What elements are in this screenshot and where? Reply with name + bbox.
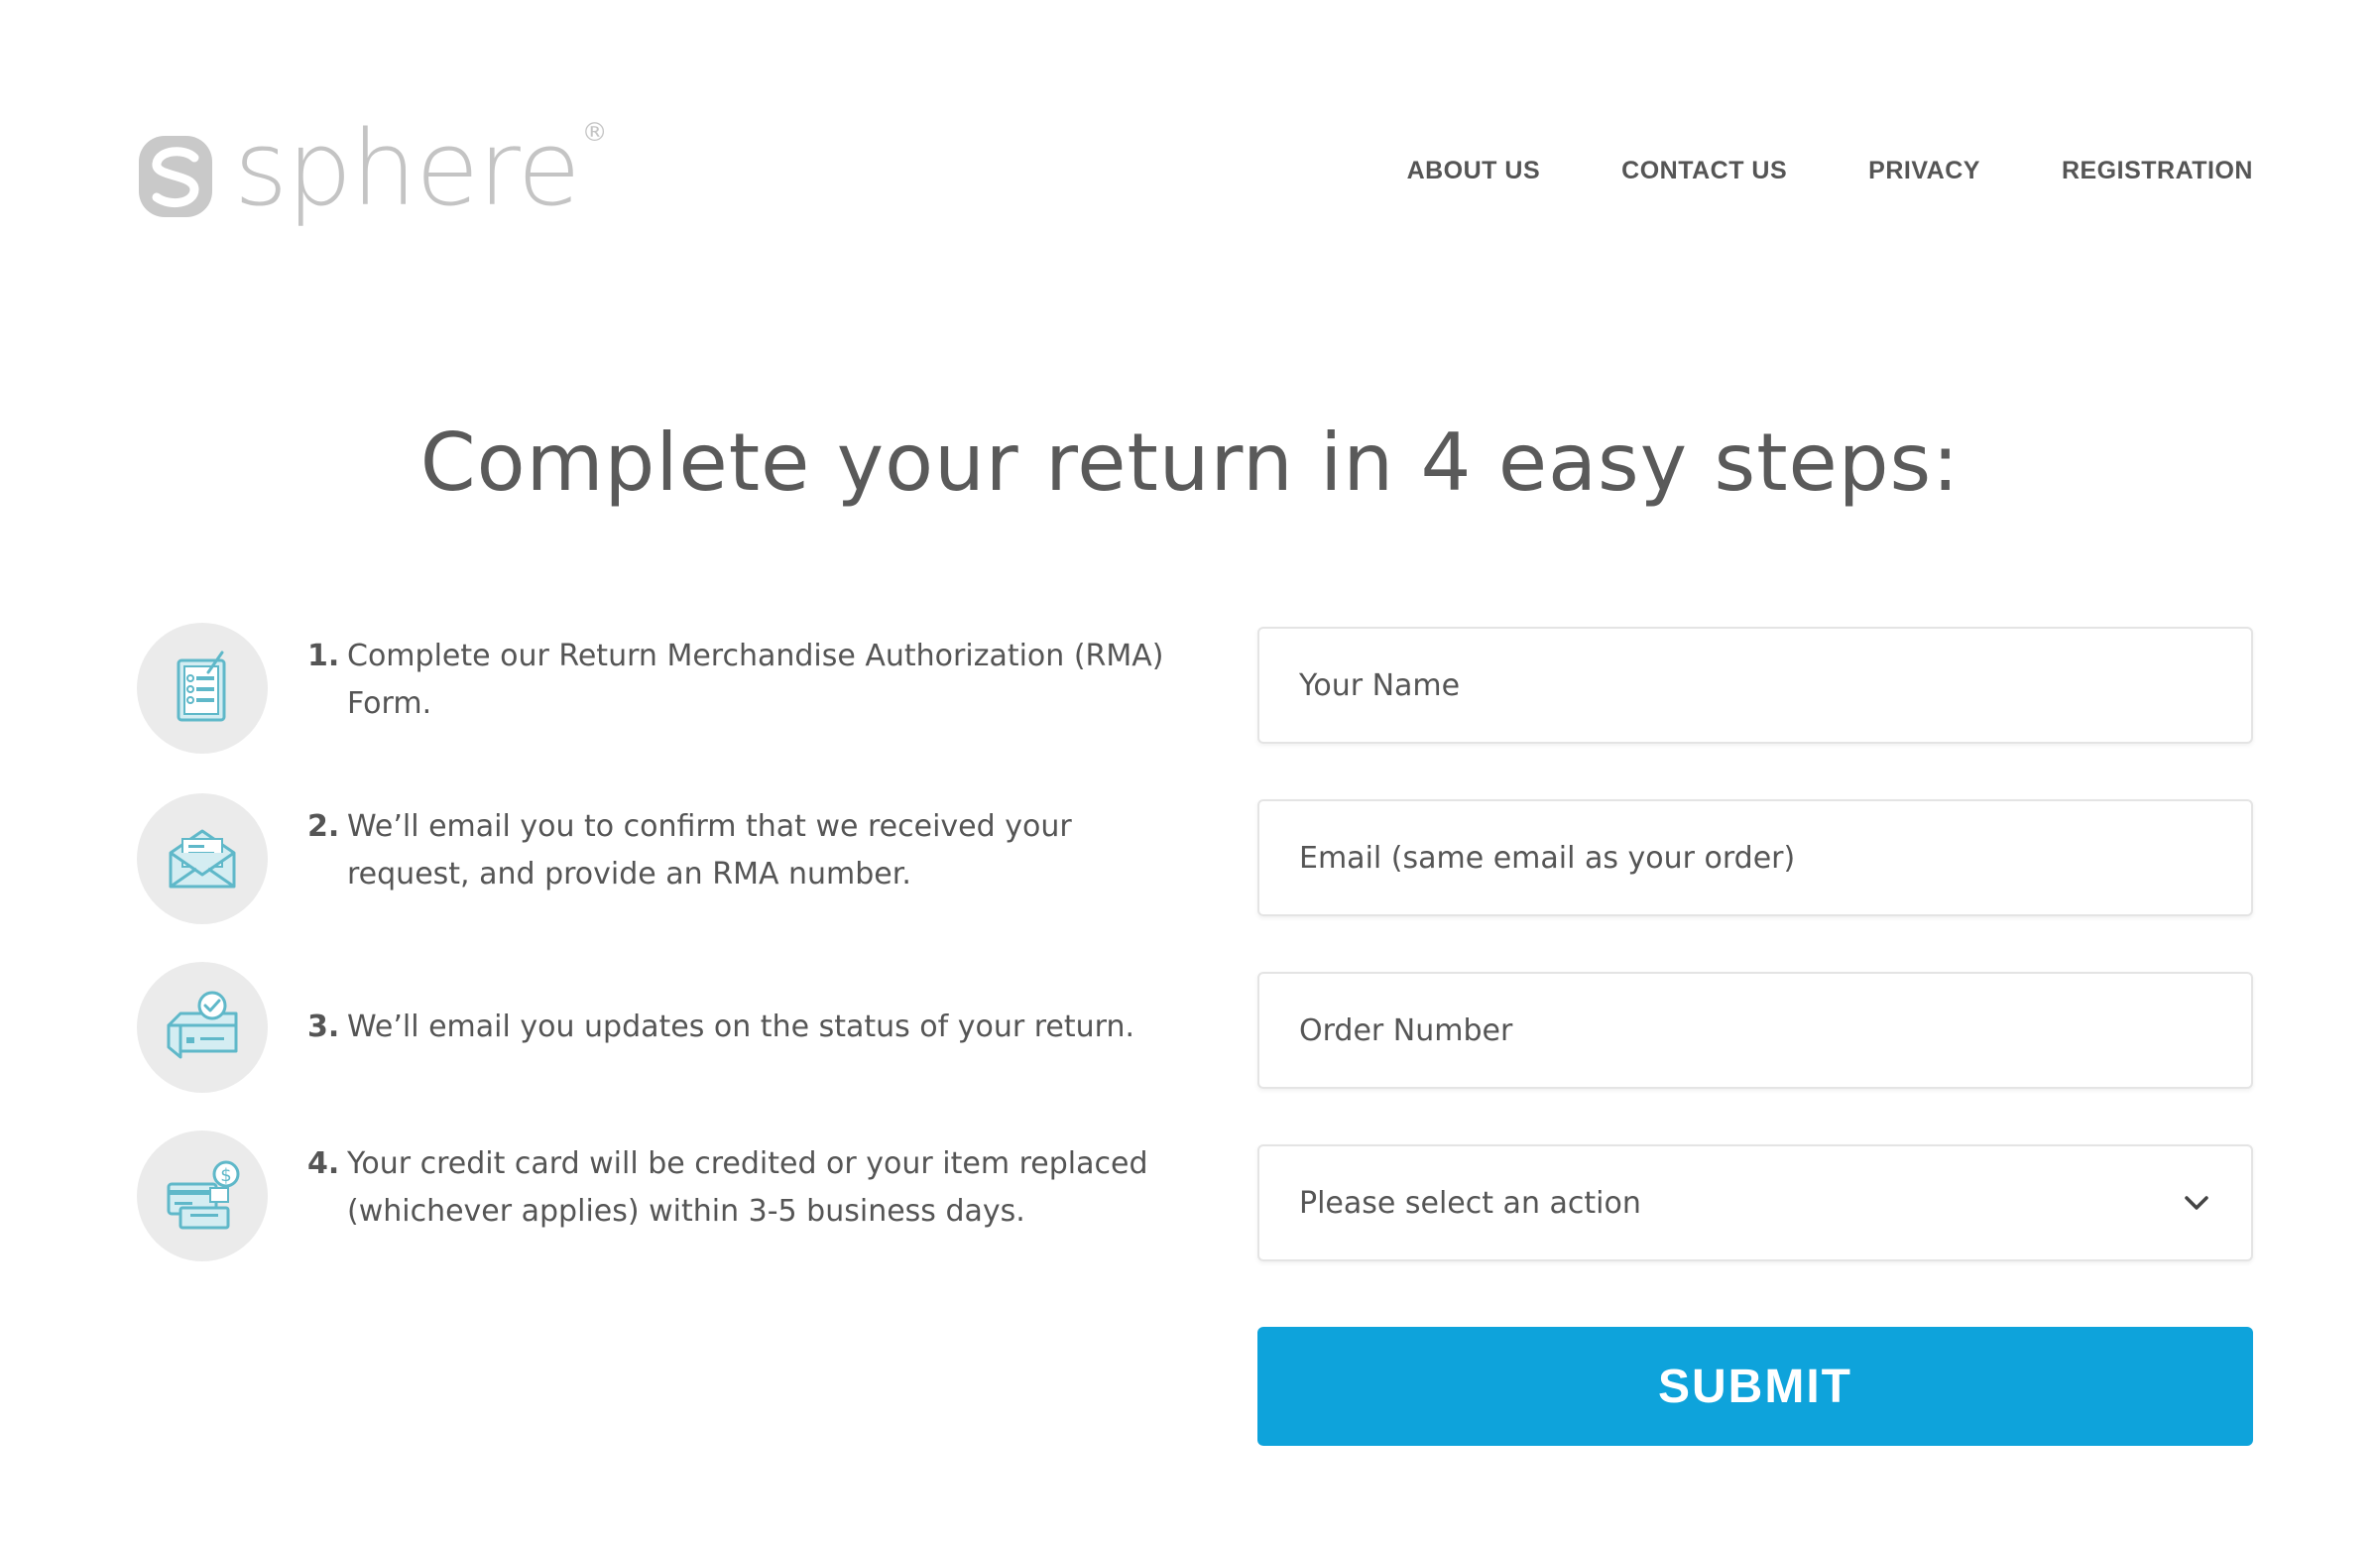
form-checklist-icon (177, 651, 226, 722)
step-text: 2. We’ll email you to confirm that we re… (307, 803, 1178, 898)
step-text: 3. We’ll email you updates on the status… (307, 1004, 1134, 1051)
step-item-1: 1. Complete our Return Merchandise Autho… (137, 623, 1178, 754)
sphere-logo-icon (139, 136, 212, 217)
svg-text:$: $ (220, 1165, 231, 1186)
logo-wordmark: sphere (234, 108, 581, 229)
action-select[interactable]: Please select an action (1257, 1144, 2253, 1261)
step-item-3: 3. We’ll email you updates on the status… (137, 962, 1178, 1093)
sphere-logo[interactable]: sphere ® (137, 108, 608, 236)
step-description: Complete our Return Merchandise Authoriz… (347, 639, 1164, 721)
email-field-wrap (1257, 799, 2253, 916)
chevron-down-icon (2185, 1196, 2208, 1210)
step-number: 2. (307, 809, 340, 844)
top-nav: ABOUT US CONTACT US PRIVACY REGISTRATION (1407, 157, 2253, 185)
registered-mark: ® (581, 118, 608, 148)
step-icon-circle: $ (137, 1130, 268, 1261)
page-title: Complete your return in 4 easy steps: (419, 416, 1961, 509)
step-description: Your credit card will be credited or you… (347, 1146, 1148, 1229)
nav-registration[interactable]: REGISTRATION (2062, 157, 2253, 185)
step-icon-circle (137, 623, 268, 754)
envelope-icon (169, 829, 236, 889)
step-icon-circle (137, 962, 268, 1093)
step-number: 1. (307, 639, 340, 673)
step-description: We’ll email you updates on the status of… (347, 1010, 1135, 1044)
name-field-wrap (1257, 627, 2253, 744)
step-item-4: $ 4. Your credit card will be credited o… (137, 1130, 1178, 1261)
action-select-value: Please select an action (1299, 1185, 1641, 1221)
email-input[interactable] (1259, 801, 2251, 914)
submit-button[interactable]: SUBMIT (1257, 1327, 2253, 1446)
nav-privacy[interactable]: PRIVACY (1868, 157, 1980, 185)
order-number-input[interactable] (1259, 974, 2251, 1087)
name-input[interactable] (1259, 629, 2251, 742)
nav-contact-us[interactable]: CONTACT US (1621, 157, 1787, 185)
step-text: 1. Complete our Return Merchandise Autho… (307, 633, 1178, 728)
step-item-2: 2. We’ll email you to confirm that we re… (137, 793, 1178, 924)
step-icon-circle (137, 793, 268, 924)
step-number: 4. (307, 1146, 340, 1181)
credit-card-dollar-icon: $ (167, 1160, 240, 1230)
nav-about-us[interactable]: ABOUT US (1407, 157, 1541, 185)
step-text: 4. Your credit card will be credited or … (307, 1140, 1178, 1236)
step-number: 3. (307, 1010, 340, 1044)
order-field-wrap (1257, 972, 2253, 1089)
step-description: We’ll email you to confirm that we recei… (347, 809, 1072, 891)
box-check-icon (167, 991, 238, 1059)
